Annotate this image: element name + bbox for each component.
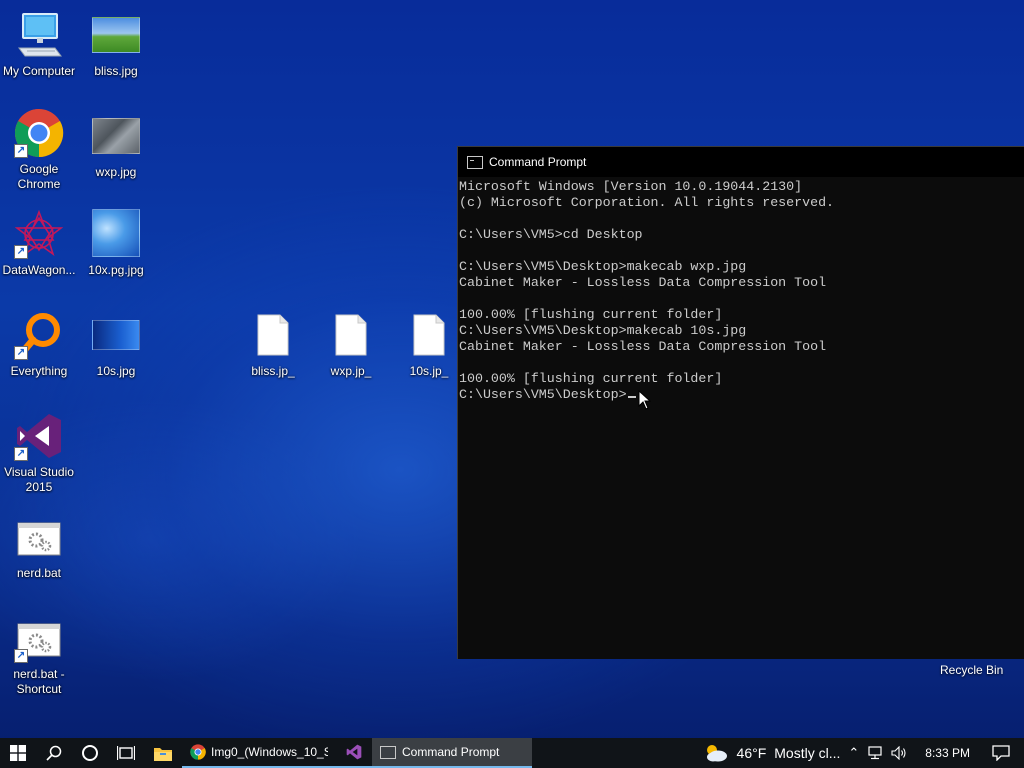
image-thumbnail <box>91 207 141 259</box>
desktop-icon-label: wxp.jp_ <box>330 364 372 378</box>
visual-studio-icon <box>346 744 362 760</box>
datawagon-icon: ↗ <box>14 209 64 259</box>
console-output[interactable]: Microsoft Windows [Version 10.0.19044.21… <box>458 177 1024 403</box>
shortcut-arrow-icon: ↗ <box>14 447 28 461</box>
cortana-circle-icon <box>82 745 98 761</box>
weather-temperature[interactable]: 46°F <box>737 745 767 761</box>
clock[interactable]: 8:33 PM <box>925 746 970 760</box>
image-thumbnail <box>91 310 141 360</box>
desktop-icon-label: 10s.jpg <box>96 364 136 378</box>
desktop: My Computer ↗ Google Chrome ↗ DataWagon.… <box>0 0 1024 738</box>
weather-description[interactable]: Mostly cl... <box>774 745 840 761</box>
network-icon[interactable] <box>867 746 883 760</box>
window-titlebar[interactable]: Command Prompt <box>458 147 1024 177</box>
desktop-icon-everything[interactable]: ↗ Everything <box>0 310 78 379</box>
desktop-icon-label: Everything <box>10 364 68 378</box>
taskbar-app-label: Img0_(Windows_10_S... <box>211 745 328 759</box>
search-icon <box>46 745 62 761</box>
desktop-icon-visual-studio[interactable]: ↗ Visual Studio 2015 <box>0 411 78 495</box>
desktop-icon-bliss-jpg[interactable]: bliss.jpg <box>77 10 155 79</box>
desktop-icon-label: Visual Studio 2015 <box>4 465 74 494</box>
desktop-icon-bliss-jp_[interactable]: bliss.jp_ <box>234 310 312 379</box>
command-prompt-window[interactable]: Command Prompt Microsoft Windows [Versio… <box>457 146 1024 659</box>
shortcut-arrow-icon: ↗ <box>14 144 28 158</box>
desktop-icon-label: nerd.bat <box>16 566 62 580</box>
desktop-icon-nerd-bat[interactable]: nerd.bat <box>0 512 78 581</box>
console-line: Cabinet Maker - Lossless Data Compressio… <box>459 275 827 290</box>
batch-file-icon: ↗ <box>14 613 64 663</box>
desktop-icon-google-chrome[interactable]: ↗ Google Chrome <box>0 108 78 192</box>
show-hidden-icons-chevron-icon[interactable]: ⌃ <box>848 745 859 761</box>
batch-file-icon <box>14 512 64 562</box>
cortana-button[interactable] <box>72 738 108 768</box>
start-button[interactable] <box>0 738 36 768</box>
mouse-pointer-icon <box>638 389 652 415</box>
windows-logo-icon <box>10 745 26 761</box>
cmd-icon <box>467 155 483 169</box>
chrome-icon <box>190 744 206 760</box>
cmd-icon <box>380 745 396 759</box>
console-prompt: C:\Users\VM5\Desktop> <box>459 387 627 402</box>
recycle-bin-label[interactable]: Recycle Bin <box>940 663 1003 677</box>
notification-center-icon[interactable] <box>992 745 1010 761</box>
taskbar-app-command-prompt[interactable]: Command Prompt <box>372 738 532 768</box>
desktop-icon-my-computer[interactable]: My Computer <box>0 10 78 79</box>
everything-icon: ↗ <box>14 310 64 360</box>
desktop-icon-wxp-jpg[interactable]: wxp.jpg <box>77 111 155 180</box>
file-icon <box>404 310 454 360</box>
desktop-icon-label: 10x.pg.jpg <box>88 263 144 277</box>
shortcut-arrow-icon: ↗ <box>14 245 28 259</box>
desktop-icon-10s-jpg[interactable]: 10s.jpg <box>77 310 155 379</box>
task-view-icon <box>117 746 135 760</box>
image-thumbnail <box>91 111 141 161</box>
desktop-icon-label: bliss.jp_ <box>251 364 295 378</box>
desktop-icon-label: DataWagon... <box>2 263 76 277</box>
console-prompt-line[interactable]: C:\Users\VM5\Desktop> <box>459 387 1024 403</box>
taskbar-app-label: Command Prompt <box>402 745 500 759</box>
console-line: Microsoft Windows [Version 10.0.19044.21… <box>459 179 803 194</box>
desktop-icon-10x-pg-jpg[interactable]: 10x.pg.jpg <box>77 207 155 278</box>
volume-icon[interactable] <box>891 746 907 760</box>
task-view-button[interactable] <box>108 738 144 768</box>
shortcut-arrow-icon: ↗ <box>14 649 28 663</box>
shortcut-arrow-icon: ↗ <box>14 346 28 360</box>
visual-studio-icon: ↗ <box>14 411 64 461</box>
taskbar: Img0_(Windows_10_S... Command Prompt 46°… <box>0 738 1024 768</box>
taskbar-app-visual-studio[interactable] <box>336 738 372 768</box>
console-line: Cabinet Maker - Lossless Data Compressio… <box>459 339 827 354</box>
desktop-icon-datawagon[interactable]: ↗ DataWagon... <box>0 209 78 278</box>
console-line: (c) Microsoft Corporation. All rights re… <box>459 195 835 210</box>
file-icon <box>326 310 376 360</box>
computer-icon <box>14 10 64 60</box>
desktop-icon-nerd-bat-shortcut[interactable]: ↗ nerd.bat - Shortcut <box>0 613 78 697</box>
console-line: 100.00% [flushing current folder] <box>459 371 723 386</box>
file-explorer-button[interactable] <box>144 738 182 768</box>
desktop-icon-label: Google Chrome <box>17 162 61 191</box>
desktop-icon-label: nerd.bat - Shortcut <box>13 667 65 696</box>
text-cursor <box>627 396 636 398</box>
window-title: Command Prompt <box>489 155 587 169</box>
search-button[interactable] <box>36 738 72 768</box>
system-tray: 46°F Mostly cl... ⌃ 8:33 PM <box>703 738 1024 768</box>
console-line: C:\Users\VM5\Desktop>makecab 10s.jpg <box>459 323 747 338</box>
console-line: C:\Users\VM5>cd Desktop <box>459 227 643 242</box>
taskbar-app-chrome[interactable]: Img0_(Windows_10_S... <box>182 738 336 768</box>
console-line: 100.00% [flushing current folder] <box>459 307 723 322</box>
folder-icon <box>154 747 172 761</box>
desktop-icon-label: My Computer <box>2 64 76 78</box>
chrome-icon: ↗ <box>14 108 64 158</box>
desktop-icon-label: bliss.jpg <box>94 64 138 78</box>
desktop-icon-label: wxp.jpg <box>95 165 137 179</box>
file-icon <box>248 310 298 360</box>
image-thumbnail <box>91 10 141 60</box>
weather-cloud-sun-icon[interactable] <box>703 743 729 763</box>
console-line: C:\Users\VM5\Desktop>makecab wxp.jpg <box>459 259 747 274</box>
desktop-icon-wxp-jp_[interactable]: wxp.jp_ <box>312 310 390 379</box>
